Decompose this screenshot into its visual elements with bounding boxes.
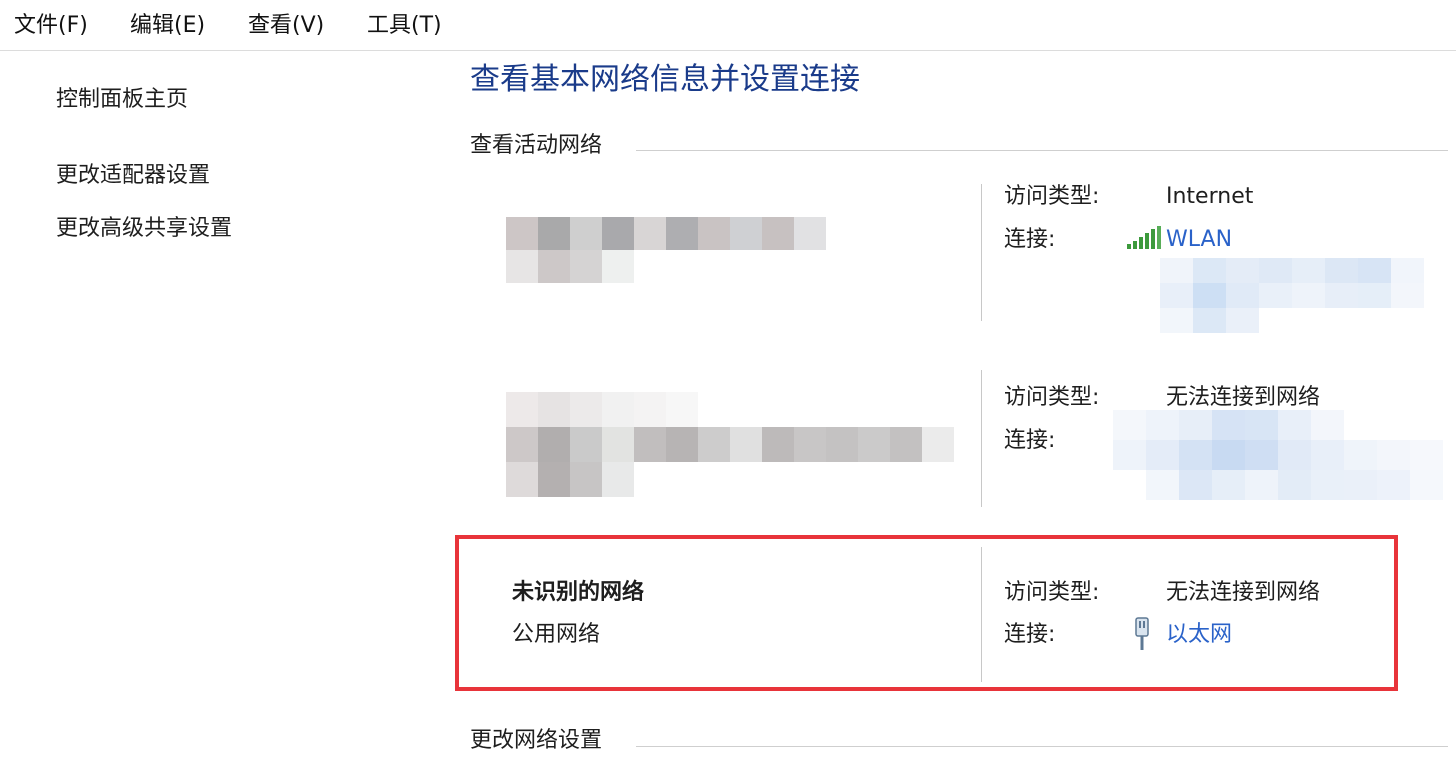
network-category: 公用网络: [512, 622, 601, 647]
network-name: 未识别的网络: [512, 580, 645, 605]
column-separator: [981, 370, 982, 507]
change-adapter-settings-link[interactable]: 更改适配器设置: [56, 161, 210, 191]
wifi-signal-icon: [1126, 226, 1162, 254]
column-separator: [981, 547, 982, 682]
access-type-value: 无法连接到网络: [1166, 580, 1321, 605]
ethernet-cable-icon: [1133, 617, 1151, 655]
column-separator: [981, 184, 982, 321]
menu-view[interactable]: 查看(V): [248, 11, 324, 41]
section-divider: [636, 150, 1448, 151]
connection-label: 连接:: [1004, 622, 1056, 647]
access-type-label: 访问类型:: [1004, 385, 1100, 410]
wlan-connection-link[interactable]: WLAN: [1166, 225, 1232, 255]
ethernet-connection-link[interactable]: 以太网: [1166, 620, 1232, 650]
access-type-label: 访问类型:: [1004, 184, 1100, 209]
blurred-network-name: [506, 392, 954, 497]
access-type-value: 无法连接到网络: [1166, 385, 1321, 410]
blurred-connection-detail: [1160, 258, 1424, 333]
menu-file[interactable]: 文件(F): [14, 11, 88, 41]
section-divider: [636, 746, 1448, 747]
access-type-label: 访问类型:: [1004, 580, 1100, 605]
page-title: 查看基本网络信息并设置连接: [470, 62, 860, 97]
menu-edit[interactable]: 编辑(E): [130, 11, 205, 41]
blurred-connection-detail: [1113, 410, 1443, 500]
connection-label: 连接:: [1004, 227, 1056, 252]
menu-tools[interactable]: 工具(T): [367, 11, 442, 41]
menu-bar: 文件(F) 编辑(E) 查看(V) 工具(T): [0, 0, 1456, 51]
access-type-value: Internet: [1166, 184, 1254, 209]
connection-label: 连接:: [1004, 428, 1056, 453]
active-networks-heading: 查看活动网络: [470, 133, 603, 158]
change-advanced-sharing-link[interactable]: 更改高级共享设置: [56, 214, 232, 244]
blurred-network-name: [506, 217, 826, 283]
control-panel-home-link[interactable]: 控制面板主页: [56, 85, 188, 115]
red-highlight-frame: [455, 535, 1398, 691]
change-network-settings-heading: 更改网络设置: [470, 728, 603, 753]
